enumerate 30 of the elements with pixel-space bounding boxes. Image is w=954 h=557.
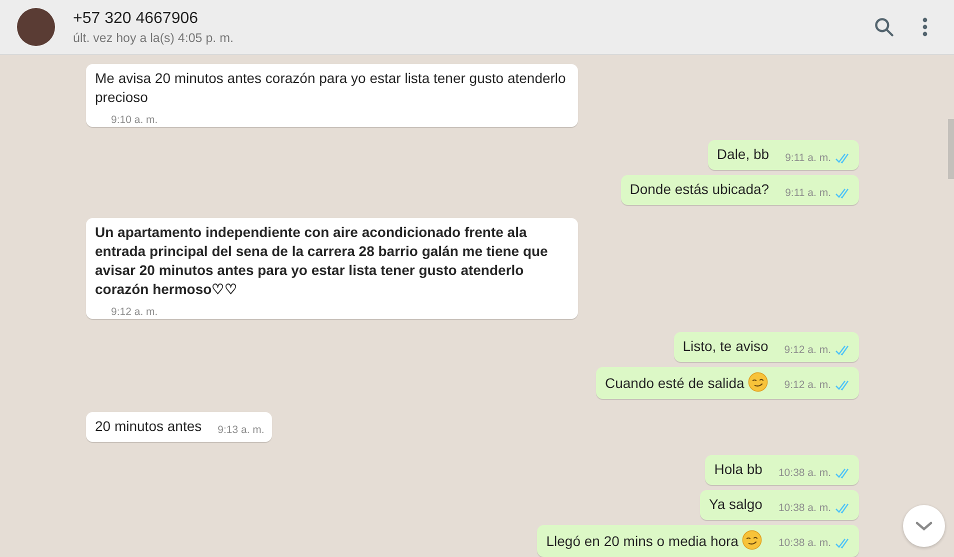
message-text: Me avisa 20 minutos antes corazón para yo estar lista tener gusto atenderlo precioso <box>95 70 566 105</box>
message-time: 9:12 a. m. <box>784 342 831 358</box>
smirking-face-icon <box>748 372 768 392</box>
message-time: 10:38 a. m. <box>778 500 831 516</box>
message-time: 9:11 a. m. <box>785 186 831 200</box>
message-text: Listo, te aviso <box>682 338 768 354</box>
message-text: Un apartamento independiente con aire acondicionado frente ala entrada principal del sena de la carrera 28 barrio galán me tiene que avisar 20 minutos antes para yo estar lista tener gusto atenderlo corazón hermoso♡♡ <box>95 224 548 297</box>
message-time: 9:10 a. m. <box>111 112 158 128</box>
message-text: 20 minutos antes <box>95 418 202 434</box>
menu-icon[interactable] <box>922 17 928 37</box>
chevron-down-icon <box>915 520 933 532</box>
search-icon[interactable] <box>873 16 895 38</box>
message-time: 9:11 a. m. <box>785 150 831 166</box>
message-text: Ya salgo <box>709 496 762 512</box>
contact-name[interactable]: +57 320 4667906 <box>73 10 846 28</box>
message-time: 10:38 a. m. <box>778 536 831 550</box>
message-time: 9:12 a. m. <box>111 304 158 320</box>
message-text: Cuando esté de salida <box>604 375 744 391</box>
message-time: 9:12 a. m. <box>784 378 831 392</box>
message-time: 9:13 a. m. <box>218 422 264 438</box>
message-text: Llegó en 20 mins o media hora <box>546 533 738 549</box>
message-time: 10:38 a. m. <box>778 466 831 480</box>
message-text: Donde estás ubicada? <box>630 181 770 197</box>
scroll-down-button[interactable] <box>903 505 945 547</box>
avatar-placeholder[interactable] <box>17 8 55 46</box>
message-text: Dale, bb <box>716 146 770 162</box>
last-seen-text: últ. vez hoy a la(s) 4:05 p. m. <box>73 30 234 44</box>
message-text: Hola bb <box>714 461 762 477</box>
scrollbar-thumb[interactable] <box>948 119 954 179</box>
smirking-face-icon <box>742 530 762 550</box>
